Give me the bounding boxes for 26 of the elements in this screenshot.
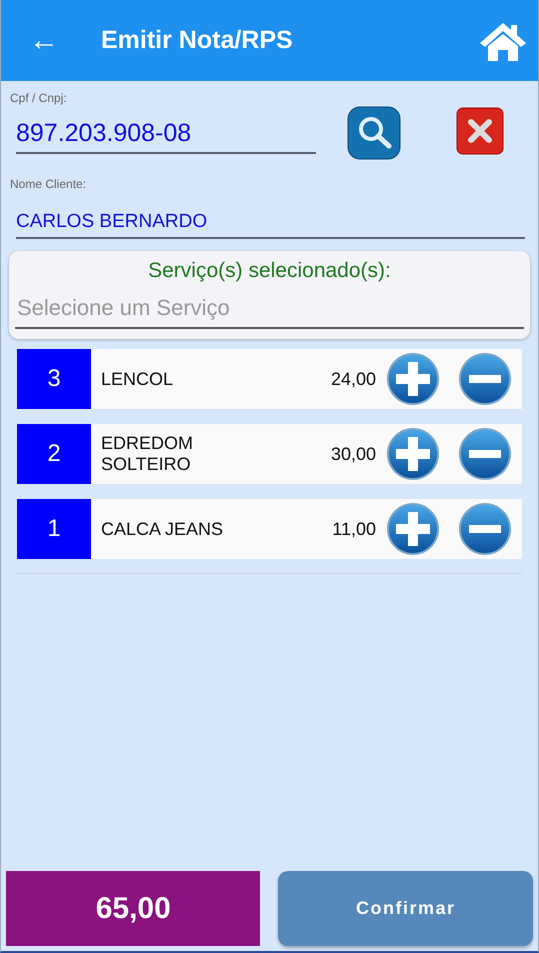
service-name: EDREDOM SOLTEIRO — [100, 433, 194, 475]
cpf-field[interactable]: 897.203.908-08 — [16, 113, 316, 154]
services-title: Serviço(s) selecionado(s): — [148, 259, 391, 283]
client-label: Nome Cliente: — [9, 177, 88, 191]
service-select-field[interactable]: Selecione um Serviço — [15, 291, 524, 329]
total-amount: 65,00 — [6, 871, 260, 946]
quantity-badge: 1 — [17, 499, 91, 559]
remove-icon[interactable] — [458, 352, 512, 406]
service-price: 24,00 — [330, 368, 376, 390]
cpf-label: Cpf / Cnpj: — [9, 91, 68, 105]
service-price: 11,00 — [332, 518, 376, 540]
add-icon[interactable] — [386, 352, 440, 406]
client-name-field[interactable]: CARLOS BERNARDO — [16, 205, 525, 239]
add-icon[interactable] — [386, 502, 440, 556]
service-name: CALCA JEANS — [100, 518, 224, 540]
screen-title: Emitir Nota/RPS — [101, 26, 294, 55]
add-icon[interactable] — [386, 427, 440, 481]
service-name: LENCOL — [100, 368, 174, 390]
remove-icon[interactable] — [458, 502, 512, 556]
quantity-badge: 3 — [17, 349, 91, 409]
remove-icon[interactable] — [458, 427, 512, 481]
service-price: 30,00 — [330, 444, 376, 464]
quantity-badge: 2 — [17, 424, 91, 484]
back-button[interactable]: ← — [29, 24, 59, 58]
confirm-button[interactable]: Confirmar — [278, 871, 533, 946]
service-picker[interactable]: Serviço(s) selecionado(s): Selecione um Serviço — [9, 251, 530, 339]
